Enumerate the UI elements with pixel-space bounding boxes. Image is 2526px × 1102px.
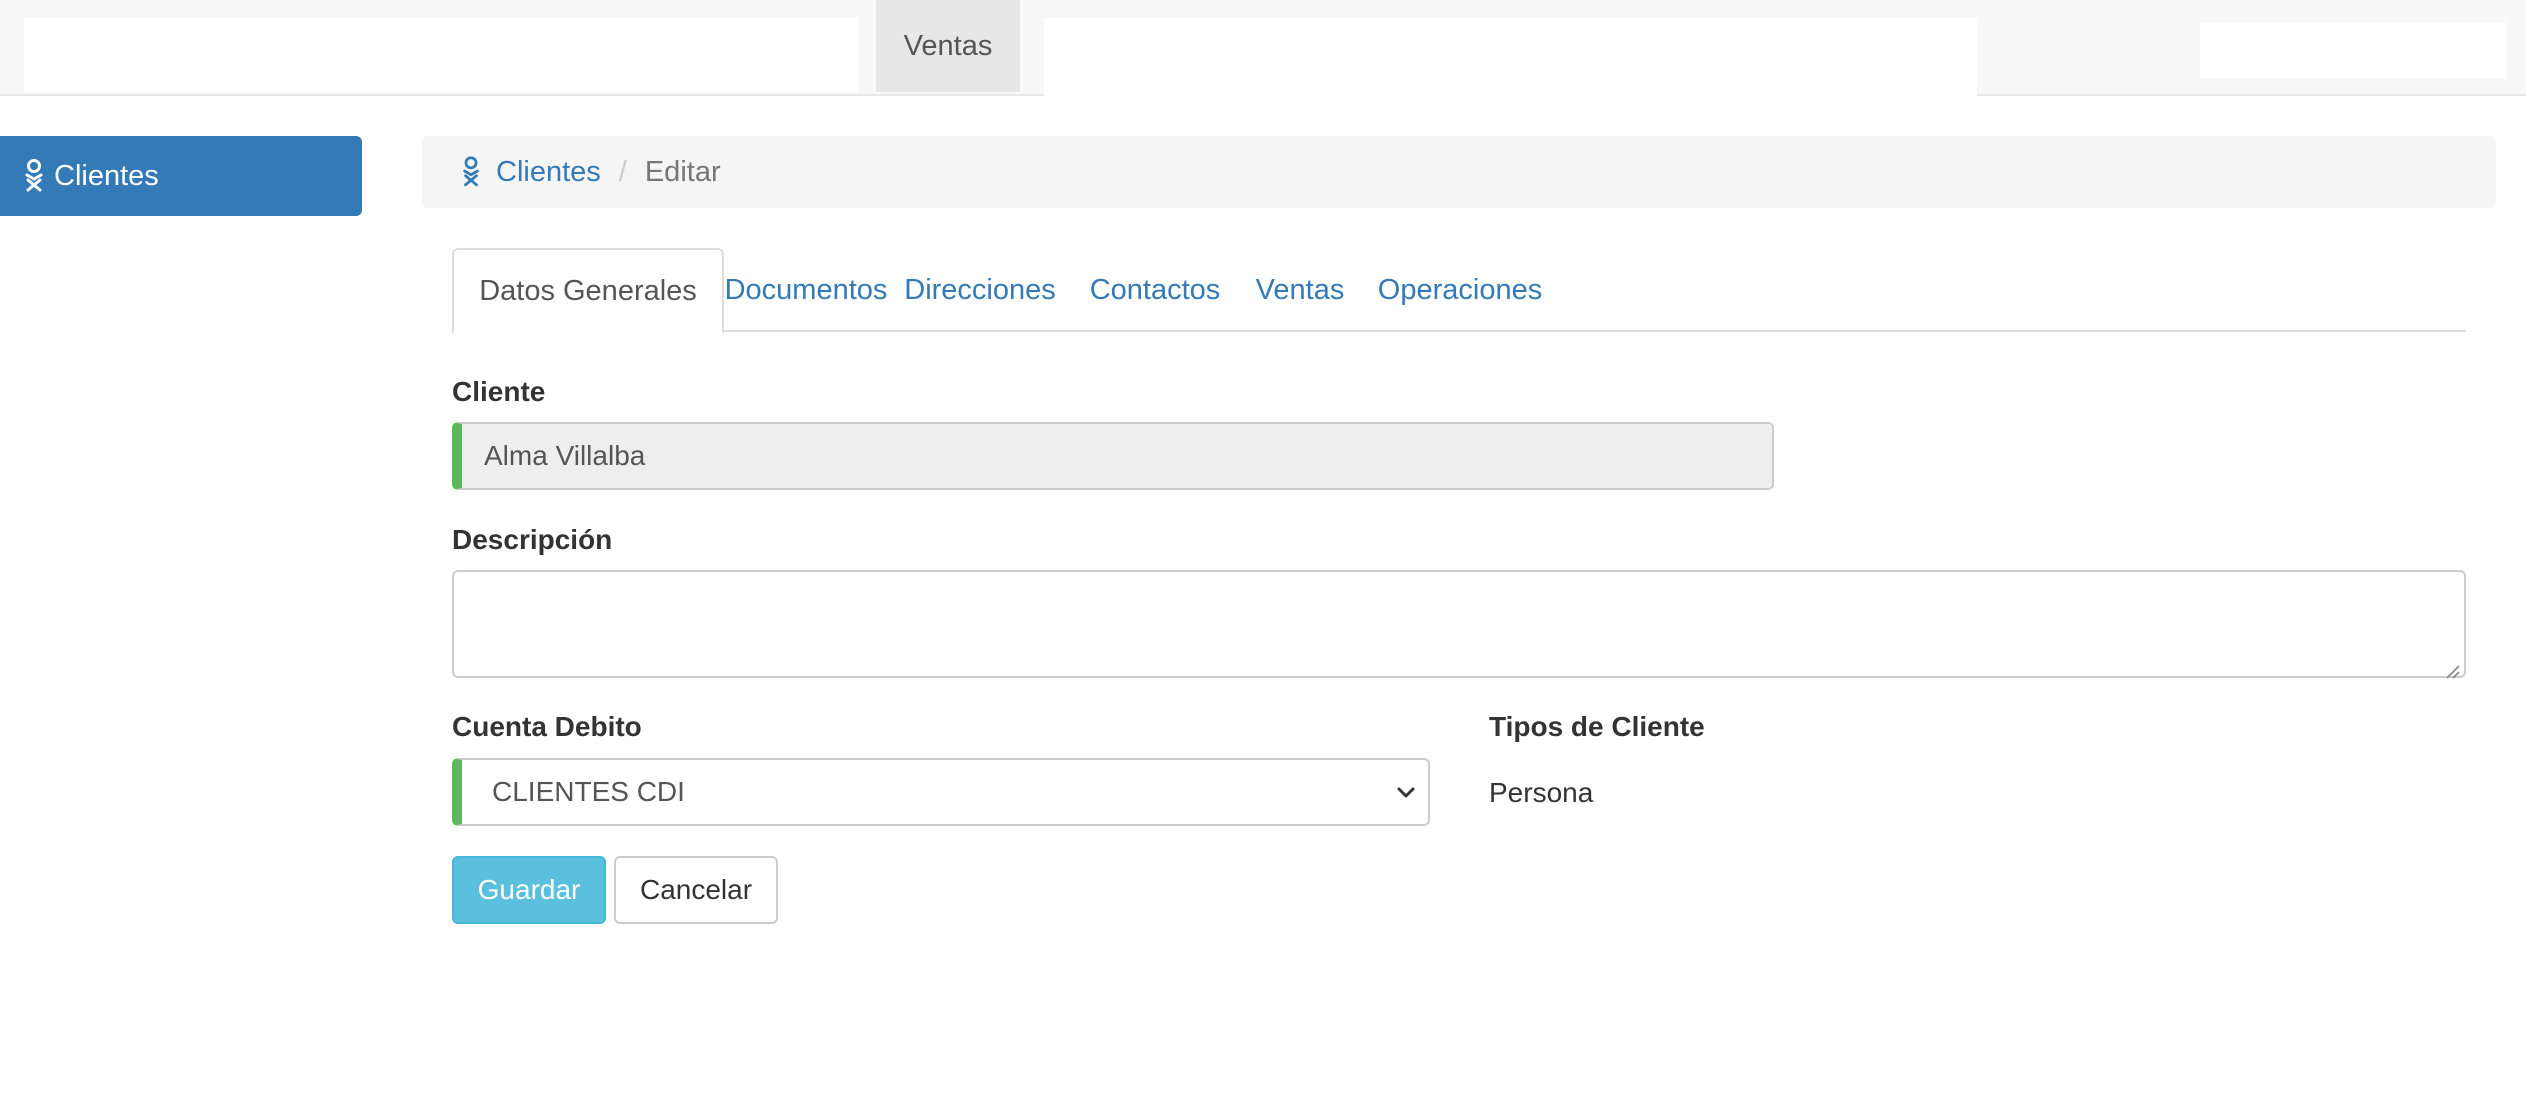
tab-datos-generales[interactable]: Datos Generales <box>452 248 724 334</box>
navbar-middle-region <box>1044 18 1977 98</box>
chevron-down-icon <box>1394 780 1418 804</box>
cliente-value: Alma Villalba <box>484 440 646 471</box>
descripcion-textarea[interactable] <box>452 570 2466 679</box>
cuenta-debito-value: CLIENTES CDI <box>492 776 685 807</box>
cuenta-debito-label: Cuenta Debito <box>452 711 642 742</box>
tab-ventas[interactable]: Ventas <box>1238 248 1362 332</box>
tab-bar: Datos Generales Documentos Direcciones C… <box>452 248 2466 334</box>
tab-direcciones[interactable]: Direcciones <box>888 248 1072 332</box>
save-button[interactable]: Guardar <box>452 856 606 924</box>
cliente-label: Cliente <box>452 376 546 407</box>
sidebar-item-clientes[interactable]: Clientes <box>0 136 362 216</box>
descripcion-label: Descripción <box>452 524 613 555</box>
person-icon <box>22 158 46 194</box>
tab-documentos[interactable]: Documentos <box>724 248 888 332</box>
person-icon <box>460 155 482 189</box>
breadcrumb-current: Editar <box>644 155 721 188</box>
tipos-cliente-value: Persona <box>1489 777 1594 808</box>
tab-contactos[interactable]: Contactos <box>1072 248 1238 332</box>
cliente-field: Alma Villalba <box>452 422 1774 490</box>
top-navbar: Ventas <box>0 0 2526 98</box>
navbar-right-region <box>2200 22 2506 78</box>
tab-operaciones[interactable]: Operaciones <box>1362 248 1558 332</box>
navbar-left-region <box>24 18 858 92</box>
cuenta-debito-select[interactable]: CLIENTES CDI <box>452 758 1430 826</box>
breadcrumb-separator: / <box>618 155 627 188</box>
resize-handle-icon[interactable] <box>2442 654 2460 679</box>
cancel-button[interactable]: Cancelar <box>614 856 778 924</box>
sidebar-item-label: Clientes <box>54 159 159 192</box>
breadcrumb-link-clientes[interactable]: Clientes <box>496 156 601 189</box>
breadcrumb: Clientes / Editar <box>422 136 2496 208</box>
tipos-cliente-label: Tipos de Cliente <box>1489 711 1705 742</box>
nav-tab-ventas[interactable]: Ventas <box>876 0 1020 92</box>
